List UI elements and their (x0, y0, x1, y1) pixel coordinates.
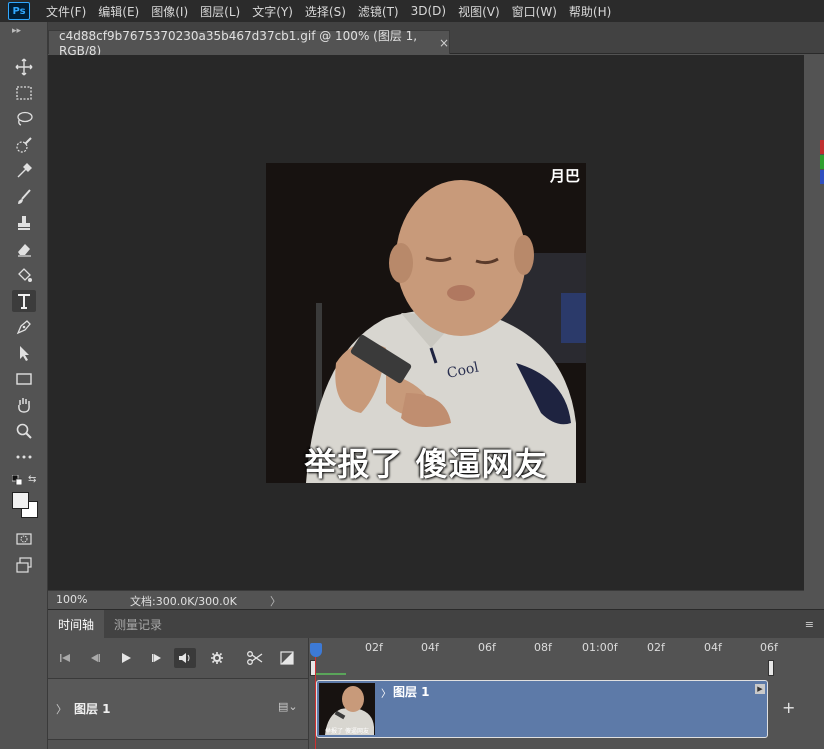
film-strip-menu-icon[interactable]: ▤⌄ (278, 700, 298, 713)
quick-mask-icon[interactable] (12, 528, 36, 550)
canvas-area[interactable]: Cool 月巴 举报了 傻逼网友 (48, 55, 804, 590)
image-content: Cool (266, 163, 586, 483)
ruler-label: 02f (647, 641, 665, 654)
zoom-tool-icon[interactable] (12, 420, 36, 442)
track-header[interactable]: 〉 图层 1 ▤⌄ (48, 678, 308, 740)
document-image[interactable]: Cool 月巴 举报了 傻逼网友 (266, 163, 586, 483)
timeline-ruler[interactable]: 02f 04f 06f 08f 01:00f 02f 04f 06f (310, 638, 778, 678)
layer-clip[interactable]: 举报了 傻逼网友 〉 图层 1 ▶ (316, 680, 768, 738)
settings-gear-icon[interactable] (206, 648, 228, 668)
go-to-first-frame-icon[interactable] (54, 648, 76, 668)
menu-layer[interactable]: 图层(L) (200, 3, 248, 20)
quick-selection-tool-icon[interactable] (12, 134, 36, 156)
clip-thumbnail: 举报了 傻逼网友 (319, 683, 375, 735)
ruler-label: 02f (365, 641, 383, 654)
menu-help[interactable]: 帮助(H) (569, 3, 619, 20)
ruler-label: 08f (534, 641, 552, 654)
brush-tool-icon[interactable] (12, 186, 36, 208)
ruler-label: 04f (704, 641, 722, 654)
strip-green-marker (820, 155, 824, 169)
hand-tool-icon[interactable] (12, 394, 36, 416)
document-tab-bar: c4d88cf9b7675370230a35b467d37cb1.gif @ 1… (48, 22, 824, 58)
close-icon[interactable]: × (439, 36, 449, 50)
menu-type[interactable]: 文字(Y) (252, 3, 301, 20)
strip-blue-marker (820, 170, 824, 184)
type-tool-icon[interactable] (12, 290, 36, 312)
ruler-label: 06f (760, 641, 778, 654)
image-caption: 举报了 傻逼网友 (304, 445, 548, 483)
strip-red-marker (820, 140, 824, 154)
lasso-tool-icon[interactable] (12, 108, 36, 130)
expand-track-chevron-icon[interactable]: 〉 (56, 701, 67, 717)
menu-select[interactable]: 选择(S) (305, 3, 354, 20)
next-frame-icon[interactable] (146, 648, 168, 668)
clip-thumbnail-caption: 举报了 傻逼网友 (325, 728, 369, 735)
playhead-line (315, 657, 316, 749)
menu-file[interactable]: 文件(F) (46, 3, 94, 20)
tab-measurement-log[interactable]: 测量记录 (104, 610, 172, 638)
more-tools-icon[interactable] (12, 446, 36, 468)
menu-filter[interactable]: 滤镜(T) (358, 3, 407, 20)
play-icon[interactable] (115, 648, 137, 668)
ruler-label: 01:00f (582, 641, 618, 654)
timeline-tab-bar: 时间轴 测量记录 ≡ (48, 610, 824, 638)
ruler-label: 04f (421, 641, 439, 654)
previous-frame-icon[interactable] (84, 648, 106, 668)
paint-bucket-tool-icon[interactable] (12, 264, 36, 286)
panel-menu-icon[interactable]: ≡ (805, 618, 814, 631)
menu-window[interactable]: 窗口(W) (512, 3, 565, 20)
foreground-color-swatch[interactable] (12, 492, 29, 509)
tab-timeline[interactable]: 时间轴 (48, 610, 105, 638)
clone-stamp-tool-icon[interactable] (12, 212, 36, 234)
right-panel-strip (804, 55, 824, 608)
path-selection-tool-icon[interactable] (12, 342, 36, 364)
audio-icon[interactable] (174, 648, 196, 668)
menu-edit[interactable]: 编辑(E) (98, 3, 147, 20)
menu-image[interactable]: 图像(I) (151, 3, 196, 20)
menu-bar: Ps 文件(F) 编辑(E) 图像(I) 图层(L) 文字(Y) 选择(S) 滤… (0, 0, 824, 22)
move-tool-icon[interactable] (12, 56, 36, 78)
pen-tool-icon[interactable] (12, 316, 36, 338)
collapse-toolbar-icon[interactable]: ▸▸ (12, 26, 21, 36)
ruler-label: 06f (478, 641, 496, 654)
status-bar: 100% 文档:300.0K/300.0K 〉 (48, 590, 804, 608)
clip-name: 图层 1 (393, 685, 430, 699)
document-tab[interactable]: c4d88cf9b7675370230a35b467d37cb1.gif @ 1… (48, 29, 450, 58)
tools-panel: ▸▸ ⇆ (0, 22, 48, 749)
status-menu-arrow-icon[interactable]: 〉 (270, 593, 281, 609)
transition-icon[interactable] (276, 648, 298, 668)
default-colors-icon[interactable] (11, 474, 23, 486)
image-watermark: 月巴 (549, 167, 580, 185)
eraser-tool-icon[interactable] (12, 238, 36, 260)
menu-3d[interactable]: 3D(D) (411, 4, 454, 18)
work-area-end-handle[interactable] (768, 660, 774, 676)
eyedropper-tool-icon[interactable] (12, 160, 36, 182)
photoshop-logo: Ps (8, 2, 30, 20)
zoom-level-field[interactable]: 100% (56, 593, 87, 606)
timeline-panel: 时间轴 测量记录 ≡ 02f 04f 06f 08f 01:00f 02f 04… (48, 609, 824, 749)
document-size-info: 文档:300.0K/300.0K (130, 595, 237, 608)
rectangle-tool-icon[interactable] (12, 368, 36, 390)
clip-expand-chevron-icon[interactable]: 〉 (381, 685, 391, 700)
track-name: 图层 1 (74, 702, 111, 716)
render-cache-bar (316, 673, 346, 675)
menu-view[interactable]: 视图(V) (458, 3, 508, 20)
swap-colors-icon[interactable]: ⇆ (28, 474, 40, 486)
marquee-tool-icon[interactable] (12, 82, 36, 104)
split-scissors-icon[interactable] (244, 648, 266, 668)
document-tab-title: c4d88cf9b7675370230a35b467d37cb1.gif @ 1… (59, 29, 418, 58)
add-media-button[interactable]: + (782, 698, 795, 717)
screen-mode-icon[interactable] (12, 554, 36, 576)
playhead-handle[interactable] (310, 643, 322, 657)
clip-options-arrow-icon[interactable]: ▶ (755, 684, 765, 694)
track-divider (308, 638, 309, 749)
